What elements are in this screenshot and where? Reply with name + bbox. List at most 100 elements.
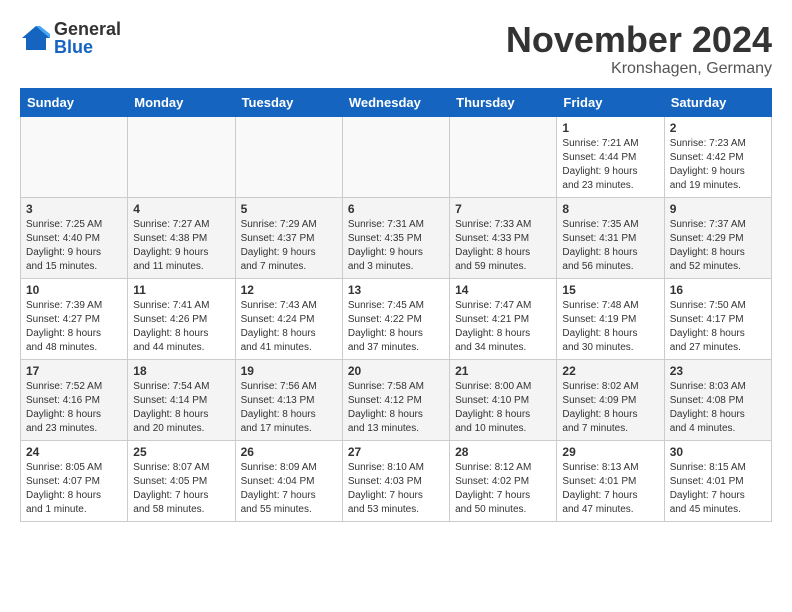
day-info: Sunrise: 8:10 AM Sunset: 4:03 PM Dayligh… xyxy=(348,461,444,517)
calendar-cell: 16 Sunrise: 7:50 AM Sunset: 4:17 PM Dayli… xyxy=(664,278,771,359)
day-number: 15 xyxy=(562,283,658,297)
day-number: 17 xyxy=(26,364,122,378)
logo-general-label: General xyxy=(54,20,121,38)
weekday-header-tuesday: Tuesday xyxy=(235,88,342,116)
calendar-cell: 8 Sunrise: 7:35 AM Sunset: 4:31 PM Daylig… xyxy=(557,197,664,278)
day-number: 22 xyxy=(562,364,658,378)
day-info: Sunrise: 7:29 AM Sunset: 4:37 PM Dayligh… xyxy=(241,218,337,274)
weekday-header-monday: Monday xyxy=(128,88,235,116)
day-info: Sunrise: 7:47 AM Sunset: 4:21 PM Dayligh… xyxy=(455,299,551,355)
day-info: Sunrise: 7:48 AM Sunset: 4:19 PM Dayligh… xyxy=(562,299,658,355)
logo-icon xyxy=(20,24,52,52)
day-number: 18 xyxy=(133,364,229,378)
day-number: 14 xyxy=(455,283,551,297)
logo-text: General Blue xyxy=(54,20,121,56)
header: General Blue November 2024 Kronshagen, G… xyxy=(20,20,772,78)
day-info: Sunrise: 7:35 AM Sunset: 4:31 PM Dayligh… xyxy=(562,218,658,274)
calendar-cell: 3 Sunrise: 7:25 AM Sunset: 4:40 PM Daylig… xyxy=(21,197,128,278)
day-info: Sunrise: 7:52 AM Sunset: 4:16 PM Dayligh… xyxy=(26,380,122,436)
calendar-week-row: 1 Sunrise: 7:21 AM Sunset: 4:44 PM Daylig… xyxy=(21,116,772,197)
weekday-header-thursday: Thursday xyxy=(450,88,557,116)
calendar-cell: 22Sunrise: 8:02 AM Sunset: 4:09 PM Dayli… xyxy=(557,359,664,440)
day-info: Sunrise: 8:00 AM Sunset: 4:10 PM Dayligh… xyxy=(455,380,551,436)
weekday-header-sunday: Sunday xyxy=(21,88,128,116)
day-info: Sunrise: 7:41 AM Sunset: 4:26 PM Dayligh… xyxy=(133,299,229,355)
calendar-cell: 11Sunrise: 7:41 AM Sunset: 4:26 PM Dayli… xyxy=(128,278,235,359)
day-number: 6 xyxy=(348,202,444,216)
calendar-cell: 28Sunrise: 8:12 AM Sunset: 4:02 PM Dayli… xyxy=(450,440,557,521)
day-info: Sunrise: 7:27 AM Sunset: 4:38 PM Dayligh… xyxy=(133,218,229,274)
calendar-cell: 7Sunrise: 7:33 AM Sunset: 4:33 PM Daylig… xyxy=(450,197,557,278)
calendar-cell: 21 Sunrise: 8:00 AM Sunset: 4:10 PM Dayli… xyxy=(450,359,557,440)
location: Kronshagen, Germany xyxy=(506,60,772,78)
calendar-cell xyxy=(21,116,128,197)
logo: General Blue xyxy=(20,20,121,56)
calendar-cell: 24Sunrise: 8:05 AM Sunset: 4:07 PM Dayli… xyxy=(21,440,128,521)
day-info: Sunrise: 7:25 AM Sunset: 4:40 PM Dayligh… xyxy=(26,218,122,274)
calendar-cell: 18 Sunrise: 7:54 AM Sunset: 4:14 PM Dayli… xyxy=(128,359,235,440)
day-info: Sunrise: 7:43 AM Sunset: 4:24 PM Dayligh… xyxy=(241,299,337,355)
month-title: November 2024 xyxy=(506,20,772,60)
calendar-cell: 13 Sunrise: 7:45 AM Sunset: 4:22 PM Dayli… xyxy=(342,278,449,359)
day-info: Sunrise: 7:54 AM Sunset: 4:14 PM Dayligh… xyxy=(133,380,229,436)
weekday-header-row: SundayMondayTuesdayWednesdayThursdayFrid… xyxy=(21,88,772,116)
day-info: Sunrise: 7:31 AM Sunset: 4:35 PM Dayligh… xyxy=(348,218,444,274)
calendar-cell: 27 Sunrise: 8:10 AM Sunset: 4:03 PM Dayli… xyxy=(342,440,449,521)
calendar-week-row: 10 Sunrise: 7:39 AM Sunset: 4:27 PM Dayli… xyxy=(21,278,772,359)
day-number: 16 xyxy=(670,283,766,297)
calendar-cell: 17 Sunrise: 7:52 AM Sunset: 4:16 PM Dayli… xyxy=(21,359,128,440)
logo-blue-label: Blue xyxy=(54,38,121,56)
day-info: Sunrise: 7:21 AM Sunset: 4:44 PM Dayligh… xyxy=(562,137,658,193)
calendar-cell: 9Sunrise: 7:37 AM Sunset: 4:29 PM Daylig… xyxy=(664,197,771,278)
calendar-cell: 5 Sunrise: 7:29 AM Sunset: 4:37 PM Daylig… xyxy=(235,197,342,278)
calendar-cell: 1 Sunrise: 7:21 AM Sunset: 4:44 PM Daylig… xyxy=(557,116,664,197)
page: General Blue November 2024 Kronshagen, G… xyxy=(0,0,792,542)
calendar-cell: 23Sunrise: 8:03 AM Sunset: 4:08 PM Dayli… xyxy=(664,359,771,440)
calendar-cell: 2Sunrise: 7:23 AM Sunset: 4:42 PM Daylig… xyxy=(664,116,771,197)
day-info: Sunrise: 8:07 AM Sunset: 4:05 PM Dayligh… xyxy=(133,461,229,517)
day-number: 29 xyxy=(562,445,658,459)
calendar-week-row: 17 Sunrise: 7:52 AM Sunset: 4:16 PM Dayli… xyxy=(21,359,772,440)
day-info: Sunrise: 7:39 AM Sunset: 4:27 PM Dayligh… xyxy=(26,299,122,355)
day-info: Sunrise: 7:50 AM Sunset: 4:17 PM Dayligh… xyxy=(670,299,766,355)
day-info: Sunrise: 8:09 AM Sunset: 4:04 PM Dayligh… xyxy=(241,461,337,517)
calendar-cell: 30 Sunrise: 8:15 AM Sunset: 4:01 PM Dayli… xyxy=(664,440,771,521)
day-number: 20 xyxy=(348,364,444,378)
title-block: November 2024 Kronshagen, Germany xyxy=(506,20,772,78)
calendar-cell: 20 Sunrise: 7:58 AM Sunset: 4:12 PM Dayli… xyxy=(342,359,449,440)
day-info: Sunrise: 7:58 AM Sunset: 4:12 PM Dayligh… xyxy=(348,380,444,436)
day-number: 7 xyxy=(455,202,551,216)
calendar-cell: 26 Sunrise: 8:09 AM Sunset: 4:04 PM Dayli… xyxy=(235,440,342,521)
day-number: 21 xyxy=(455,364,551,378)
calendar-table: SundayMondayTuesdayWednesdayThursdayFrid… xyxy=(20,88,772,522)
calendar-cell: 19Sunrise: 7:56 AM Sunset: 4:13 PM Dayli… xyxy=(235,359,342,440)
day-number: 3 xyxy=(26,202,122,216)
calendar-cell: 4Sunrise: 7:27 AM Sunset: 4:38 PM Daylig… xyxy=(128,197,235,278)
calendar-cell xyxy=(342,116,449,197)
day-number: 30 xyxy=(670,445,766,459)
calendar-week-row: 24Sunrise: 8:05 AM Sunset: 4:07 PM Dayli… xyxy=(21,440,772,521)
day-info: Sunrise: 8:15 AM Sunset: 4:01 PM Dayligh… xyxy=(670,461,766,517)
day-number: 10 xyxy=(26,283,122,297)
day-number: 26 xyxy=(241,445,337,459)
calendar-cell xyxy=(450,116,557,197)
day-info: Sunrise: 8:03 AM Sunset: 4:08 PM Dayligh… xyxy=(670,380,766,436)
day-number: 27 xyxy=(348,445,444,459)
day-number: 13 xyxy=(348,283,444,297)
calendar-cell: 14 Sunrise: 7:47 AM Sunset: 4:21 PM Dayli… xyxy=(450,278,557,359)
day-number: 2 xyxy=(670,121,766,135)
calendar-cell: 10 Sunrise: 7:39 AM Sunset: 4:27 PM Dayli… xyxy=(21,278,128,359)
day-number: 24 xyxy=(26,445,122,459)
calendar-week-row: 3 Sunrise: 7:25 AM Sunset: 4:40 PM Daylig… xyxy=(21,197,772,278)
calendar-cell xyxy=(235,116,342,197)
day-number: 5 xyxy=(241,202,337,216)
day-info: Sunrise: 8:13 AM Sunset: 4:01 PM Dayligh… xyxy=(562,461,658,517)
day-number: 25 xyxy=(133,445,229,459)
calendar-cell: 29 Sunrise: 8:13 AM Sunset: 4:01 PM Dayli… xyxy=(557,440,664,521)
day-number: 8 xyxy=(562,202,658,216)
day-info: Sunrise: 8:12 AM Sunset: 4:02 PM Dayligh… xyxy=(455,461,551,517)
day-info: Sunrise: 7:45 AM Sunset: 4:22 PM Dayligh… xyxy=(348,299,444,355)
calendar-cell: 6 Sunrise: 7:31 AM Sunset: 4:35 PM Daylig… xyxy=(342,197,449,278)
day-number: 1 xyxy=(562,121,658,135)
weekday-header-wednesday: Wednesday xyxy=(342,88,449,116)
